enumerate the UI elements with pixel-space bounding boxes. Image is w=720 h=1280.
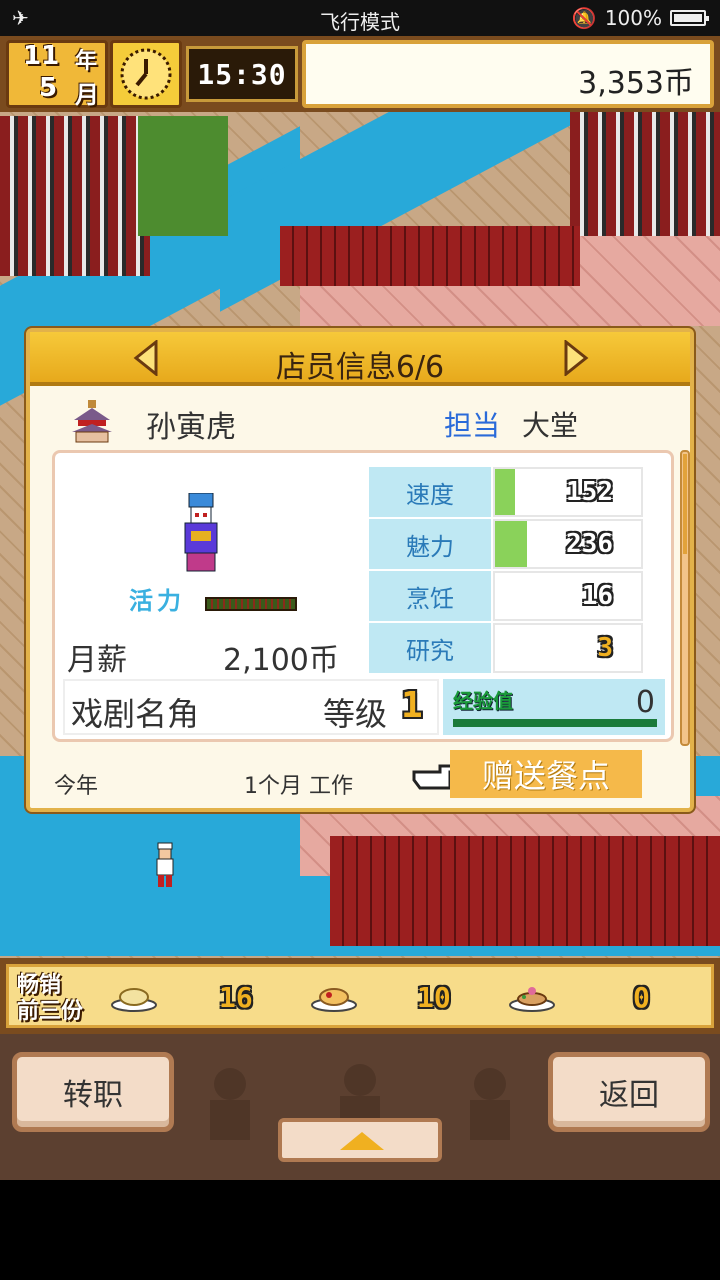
dish-1-count: 16 — [219, 981, 253, 1014]
year-label: 今年 — [54, 774, 99, 799]
stat-value-box: 3 — [493, 623, 643, 673]
month-number: 5 — [39, 73, 58, 103]
gift-meal-button[interactable]: 赠送餐点 — [450, 750, 642, 798]
stat-label: 速度 — [369, 467, 491, 517]
bell-off-icon: 🔕 — [571, 6, 597, 30]
game-time: 15:30 — [186, 46, 298, 102]
vitality-bar — [205, 597, 297, 611]
exp-value: 0 — [635, 685, 655, 720]
stat-value: 3 — [597, 633, 613, 663]
stat-bar — [495, 469, 516, 515]
staff-card: 活力 月薪 2,100币 速度 152 魅力 236 烹饪 16 研究 3 戏剧… — [52, 450, 674, 742]
battery-icon — [670, 10, 709, 26]
dialog-title: 店员信息6/6 — [275, 350, 445, 385]
stat-value: 236 — [566, 529, 613, 559]
screen-bottom-blank — [0, 1180, 720, 1280]
up-arrow-icon — [340, 1132, 384, 1150]
staff-info-dialog: 店员信息6/6 孙寅虎 担当 大堂 活力 月薪 2,100币 速度 152 魅力… — [26, 328, 694, 812]
level-value: 1 — [401, 685, 423, 726]
dish-1-icon — [111, 988, 157, 1012]
staff-walking-sprite — [156, 842, 174, 887]
level-label: 等级 — [323, 695, 388, 733]
stat-value-box: 16 — [493, 571, 643, 621]
status-right: 🔕 100% — [571, 6, 709, 30]
month-unit: 月 — [75, 81, 99, 109]
year-unit: 年 — [75, 49, 98, 74]
dialog-scrollbar[interactable] — [680, 450, 690, 746]
role-value: 大堂 — [522, 409, 579, 442]
stat-speed: 速度 152 — [369, 467, 645, 517]
dish-2-count: 10 — [417, 981, 451, 1014]
salary-value: 2,100币 — [223, 643, 339, 678]
vitality-label: 活力 — [129, 587, 185, 615]
bestsellers-label: 畅销 前三份 — [17, 973, 83, 1025]
status-bar: ✈ 飞行模式 🔕 100% — [0, 0, 720, 36]
salary-label: 月薪 — [67, 643, 127, 678]
stat-label: 烹饪 — [369, 571, 491, 621]
year-number: 11 — [23, 41, 60, 71]
role-label: 担当 — [444, 409, 501, 442]
stat-value-box: 236 — [493, 519, 643, 569]
stat-value: 16 — [581, 581, 613, 611]
battery-percent: 100% — [604, 6, 662, 30]
job-title-box: 戏剧名角 等级 1 — [63, 679, 439, 735]
back-button[interactable]: 返回 — [548, 1052, 710, 1132]
staff-portrait-sprite — [184, 493, 218, 572]
stats-table: 速度 152 魅力 236 烹饪 16 研究 3 — [369, 467, 645, 675]
top-hud: 11 年 5 月 15:30 3,353币 — [0, 36, 720, 112]
pagoda-rank-icon — [72, 400, 112, 443]
staff-name-row: 孙寅虎 担当 大堂 — [30, 396, 690, 446]
dialog-footer: 今年 1个月 工作 赠送餐点 — [30, 748, 690, 810]
dish-3-count: 0 — [633, 981, 650, 1014]
stat-charm: 魅力 236 — [369, 519, 645, 569]
transfer-job-button[interactable]: 转职 — [12, 1052, 174, 1132]
clock-icon — [110, 40, 182, 108]
bestsellers-panel: 畅销 前三份 16 10 0 — [6, 964, 714, 1028]
bottom-panel: 转职 返回 — [0, 1034, 720, 1180]
dish-2-icon — [311, 988, 357, 1012]
experience-box: 经验值 0 — [443, 679, 665, 735]
dialog-header: 店员信息6/6 — [30, 332, 690, 386]
bestsellers-label-line1: 畅销 — [17, 973, 62, 998]
scrollbar-thumb[interactable] — [683, 454, 687, 554]
staff-name: 孙寅虎 — [146, 410, 236, 445]
stat-cooking: 烹饪 16 — [369, 571, 645, 621]
dish-3-icon — [509, 987, 555, 1012]
bestsellers-bar: 畅销 前三份 16 10 0 — [0, 958, 720, 1034]
exp-label: 经验值 — [453, 689, 513, 713]
building-roof-left — [0, 116, 150, 276]
restaurant-wall — [330, 836, 720, 946]
job-title: 戏剧名角 — [71, 695, 200, 733]
title-level-row: 戏剧名角 等级 1 经验值 0 — [63, 679, 667, 735]
stat-research: 研究 3 — [369, 623, 645, 673]
bestsellers-label-line2: 前三份 — [17, 999, 84, 1024]
next-staff-arrow-icon[interactable] — [560, 340, 590, 376]
garden — [138, 116, 228, 236]
stat-bar — [495, 521, 528, 567]
money-display: 3,353币 — [302, 40, 714, 108]
restaurant-wall-upper — [280, 226, 580, 286]
expand-up-button[interactable] — [278, 1118, 442, 1162]
stat-label: 研究 — [369, 623, 491, 673]
stat-label: 魅力 — [369, 519, 491, 569]
work-duration: 1个月 工作 — [244, 774, 353, 799]
date-display: 11 年 5 月 — [6, 40, 108, 109]
exp-bar — [453, 719, 657, 727]
stat-value-box: 152 — [493, 467, 643, 517]
stat-value: 152 — [566, 477, 613, 507]
